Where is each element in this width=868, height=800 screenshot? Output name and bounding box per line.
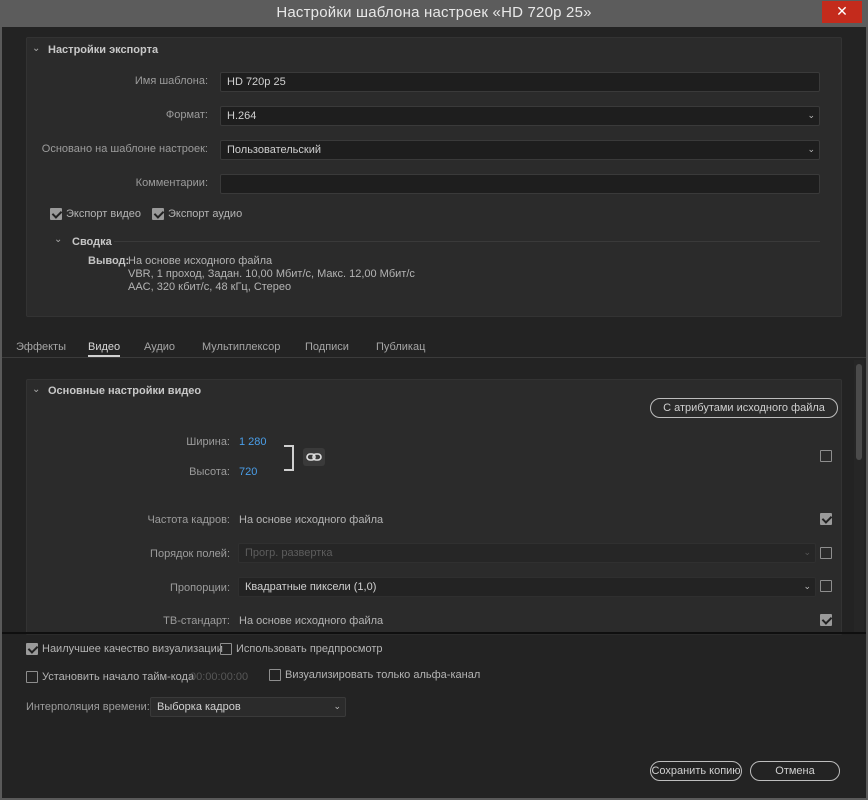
field-order-dropdown[interactable]: Прогр. развертка ⌄ — [238, 543, 816, 563]
output-label: Вывод: — [88, 255, 130, 267]
aspect-label: Пропорции: — [170, 582, 230, 594]
time-interpolation-dropdown[interactable]: Выборка кадров ⌄ — [150, 697, 346, 717]
aspect-match-source-checkbox[interactable] — [820, 580, 832, 592]
basic-video-settings-title: Основные настройки видео — [48, 385, 202, 397]
aspect-value: Квадратные пиксели (1,0) — [245, 581, 377, 593]
field-order-match-source-checkbox[interactable] — [820, 547, 832, 559]
tab-audio[interactable]: Аудио — [144, 341, 175, 353]
width-value[interactable]: 1 280 — [239, 436, 267, 448]
size-link-bracket — [284, 445, 294, 471]
frame-rate-value: На основе исходного файла — [239, 514, 384, 526]
chevron-down-icon[interactable]: ⌄ — [54, 235, 64, 245]
tv-standard-match-source-checkbox[interactable] — [820, 614, 832, 626]
comments-label: Комментарии: — [135, 177, 208, 189]
export-video-label: Экспорт видео — [66, 208, 142, 220]
scrollbar-thumb[interactable] — [856, 364, 862, 460]
preset-name-label: Имя шаблона: — [134, 75, 208, 87]
tab-publish[interactable]: Публикац — [376, 341, 425, 353]
max-render-quality-checkbox[interactable] — [26, 643, 38, 655]
format-dropdown[interactable]: H.264 ⌄ — [220, 106, 820, 126]
field-order-label: Порядок полей: — [150, 548, 230, 560]
bottom-divider — [2, 632, 866, 634]
output-line-2: VBR, 1 проход, Задан. 10,00 Мбит/с, Макс… — [128, 268, 415, 280]
output-line-3: AAC, 320 кбит/с, 48 кГц, Стерео — [128, 281, 292, 293]
title-bar: Настройки шаблона настроек «HD 720p 25» … — [0, 0, 868, 27]
chevron-down-icon: ⌄ — [807, 145, 815, 155]
chevron-down-icon: ⌄ — [807, 111, 815, 121]
max-render-quality-label: Наилучшее качество визуализации — [42, 643, 223, 655]
use-previews-label: Использовать предпросмотр — [236, 643, 383, 655]
based-on-dropdown[interactable]: Пользовательский ⌄ — [220, 140, 820, 160]
preset-name-input[interactable]: HD 720p 25 — [220, 72, 820, 92]
tv-standard-label: ТВ-стандарт: — [163, 615, 230, 627]
width-label: Ширина: — [186, 436, 230, 448]
export-audio-checkbox[interactable] — [152, 208, 164, 220]
time-interpolation-value: Выборка кадров — [157, 701, 241, 713]
tab-multiplexer[interactable]: Мультиплексор — [202, 341, 280, 353]
link-icon[interactable] — [303, 448, 325, 466]
dialog-body: ⌄ Настройки экспорта Имя шаблона: HD 720… — [2, 27, 866, 798]
set-start-timecode-checkbox[interactable] — [26, 671, 38, 683]
match-source-button[interactable]: С атрибутами исходного файла — [650, 398, 838, 418]
format-value: H.264 — [227, 110, 257, 122]
render-alpha-only-label: Визуализировать только альфа-канал — [285, 669, 481, 681]
chevron-down-icon[interactable]: ⌄ — [32, 385, 42, 395]
height-label: Высота: — [189, 466, 230, 478]
summary-title: Сводка — [72, 236, 112, 248]
tab-effects[interactable]: Эффекты — [16, 341, 66, 353]
chevron-down-icon: ⌄ — [803, 548, 811, 558]
set-start-timecode-label: Установить начало тайм-кода — [42, 671, 195, 683]
tabs-divider — [2, 357, 866, 358]
output-line-1: На основе исходного файла — [128, 255, 273, 267]
window-title: Настройки шаблона настроек «HD 720p 25» — [276, 4, 592, 21]
render-alpha-only-checkbox[interactable] — [269, 669, 281, 681]
based-on-label: Основано на шаблоне настроек: — [41, 143, 208, 155]
summary-divider — [114, 241, 820, 242]
close-icon[interactable]: ✕ — [822, 1, 862, 23]
chevron-down-icon: ⌄ — [803, 582, 811, 592]
frame-rate-label: Частота кадров: — [147, 514, 230, 526]
tab-video[interactable]: Видео — [88, 341, 121, 357]
comments-input[interactable] — [220, 174, 820, 194]
field-order-value: Прогр. развертка — [245, 547, 333, 559]
time-interpolation-label: Интерполяция времени: — [26, 701, 150, 713]
export-video-checkbox[interactable] — [50, 208, 62, 220]
save-copy-button[interactable]: Сохранить копию — [650, 761, 742, 781]
chevron-down-icon[interactable]: ⌄ — [32, 44, 42, 54]
timecode-value[interactable]: 00:00:00:00 — [190, 671, 248, 683]
tv-standard-value: На основе исходного файла — [239, 615, 384, 627]
aspect-dropdown[interactable]: Квадратные пиксели (1,0) ⌄ — [238, 577, 816, 597]
based-on-value: Пользовательский — [227, 144, 321, 156]
frame-rate-match-source-checkbox[interactable] — [820, 513, 832, 525]
tab-captions[interactable]: Подписи — [305, 341, 349, 353]
cancel-button[interactable]: Отмена — [750, 761, 840, 781]
chevron-down-icon: ⌄ — [333, 702, 341, 712]
video-settings-scrollbar[interactable] — [854, 360, 864, 632]
format-label: Формат: — [165, 109, 208, 121]
height-value[interactable]: 720 — [239, 466, 257, 478]
export-settings-title: Настройки экспорта — [48, 44, 159, 56]
size-match-source-checkbox[interactable] — [820, 450, 832, 462]
use-previews-checkbox[interactable] — [220, 643, 232, 655]
export-audio-label: Экспорт аудио — [168, 208, 243, 220]
